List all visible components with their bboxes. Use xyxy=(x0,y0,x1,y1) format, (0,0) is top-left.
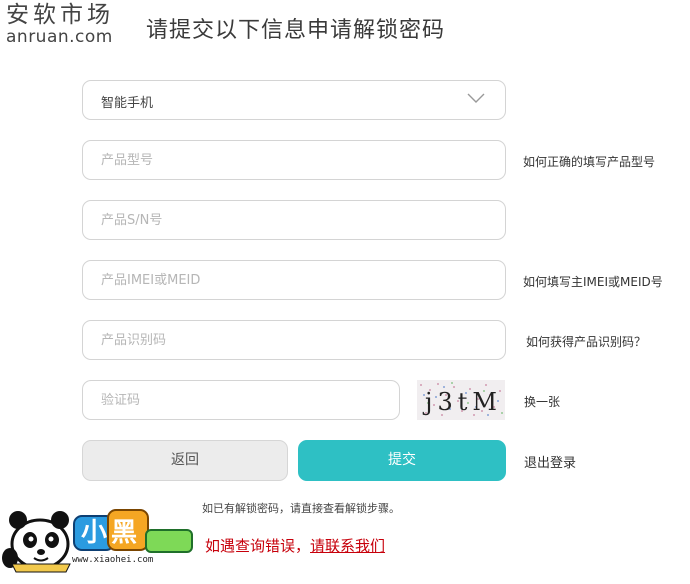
model-help-link[interactable]: 如何正确的填写产品型号 xyxy=(523,153,655,170)
device-type-value: 智能手机 xyxy=(101,96,154,111)
sn-input[interactable] xyxy=(83,201,505,239)
captcha-noise-graphic: j3tM xyxy=(417,380,505,420)
idcode-field-box xyxy=(82,320,506,360)
imei-input[interactable] xyxy=(83,261,505,299)
back-button[interactable]: 返回 xyxy=(82,440,288,481)
unlock-note: 如已有解锁密码，请直接查看解锁步骤。 xyxy=(202,502,400,515)
mascot-brand-text: 小黑游戏 xyxy=(80,518,141,582)
model-input[interactable] xyxy=(83,141,505,179)
imei-help-link[interactable]: 如何填写主IMEI或MEID号 xyxy=(523,273,663,290)
captcha-field-box xyxy=(82,380,400,420)
sn-field-box xyxy=(82,200,506,240)
submit-button[interactable]: 提交 xyxy=(298,440,506,481)
logout-link[interactable]: 退出登录 xyxy=(524,452,576,471)
captcha-refresh-link[interactable]: 换一张 xyxy=(524,393,560,410)
model-field-box xyxy=(82,140,506,180)
svg-text:j3tM: j3tM xyxy=(422,388,502,416)
captcha-input[interactable] xyxy=(83,381,399,419)
watermark-cn-text: 安软市场 xyxy=(6,2,114,28)
idcode-help-link[interactable]: 如何获得产品识别码？ xyxy=(526,333,646,350)
imei-field-box xyxy=(82,260,506,300)
error-prefix-text: 如遇查询错误， xyxy=(205,537,311,555)
error-help-line: 如遇查询错误，请联系我们 xyxy=(205,535,385,556)
device-type-select[interactable]: 智能手机 xyxy=(82,80,506,120)
chevron-down-icon xyxy=(467,93,485,103)
page-title: 请提交以下信息申请解锁密码 xyxy=(146,18,446,43)
captcha-image[interactable]: j3tM xyxy=(417,380,505,420)
mascot-url-text: www.xiaohei.com xyxy=(72,555,154,565)
idcode-input[interactable] xyxy=(83,321,505,359)
xiaohei-logo: 小黑游戏 www.xiaohei.com xyxy=(0,500,200,582)
contact-us-link[interactable]: 请联系我们 xyxy=(310,537,385,555)
anruan-watermark: 安软市场 anruan.com xyxy=(6,2,136,48)
watermark-en-text: anruan.com xyxy=(6,27,113,47)
